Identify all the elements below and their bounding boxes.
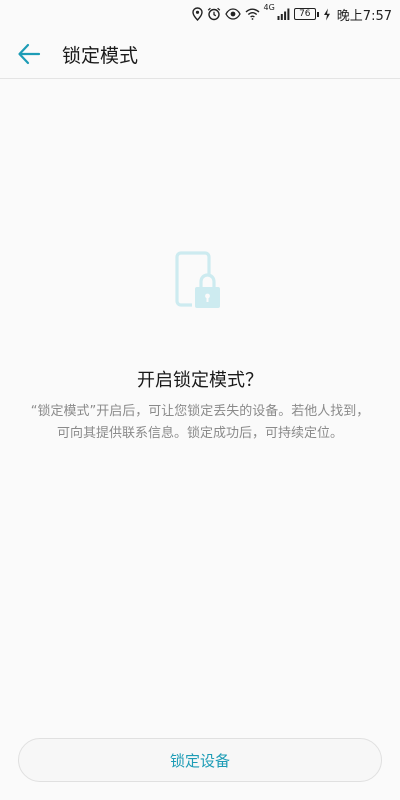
battery-icon: 76 — [293, 8, 319, 20]
signal-icon — [277, 8, 290, 20]
phone-lock-icon — [172, 250, 228, 314]
eye-icon — [224, 8, 241, 20]
charging-icon — [323, 8, 331, 21]
lock-device-button[interactable]: 锁定设备 — [18, 738, 382, 782]
status-icons: 4G 76 晚上7:57 — [191, 3, 392, 24]
alarm-icon — [207, 7, 221, 21]
back-button[interactable] — [14, 39, 44, 69]
clock-time: 晚上7:57 — [336, 8, 392, 24]
back-arrow-icon[interactable] — [17, 43, 41, 65]
lock-mode-heading: 开启锁定模式？ — [137, 370, 263, 391]
status-bar: 4G 76 晚上7:57 — [0, 0, 400, 28]
page-title: 锁定模式 — [62, 45, 139, 67]
battery-tip — [316, 11, 319, 17]
network-type-label: 4G — [263, 3, 275, 12]
location-icon — [191, 7, 203, 21]
lock-mode-description: “锁定模式”开启后，可让您锁定丢失的设备。若他人找到，可向其提供联系信息。锁定成… — [30, 404, 370, 441]
battery-level: 76 — [293, 8, 316, 20]
app-bar: 锁定模式 — [0, 28, 400, 79]
wifi-icon — [245, 8, 260, 20]
